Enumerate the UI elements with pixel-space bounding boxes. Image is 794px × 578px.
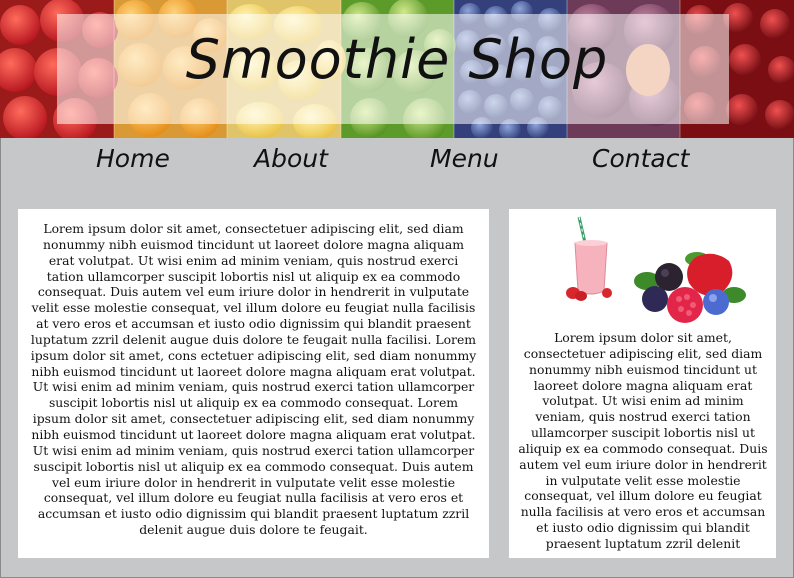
sidebar-panel: Lorem ipsum dolor sit amet, consectetuer… xyxy=(509,209,776,558)
main-content-panel: Lorem ipsum dolor sit amet, consectetuer… xyxy=(18,209,489,558)
berries-icon xyxy=(634,252,746,323)
main-body-text: Lorem ipsum dolor sit amet, consectetuer… xyxy=(30,221,477,538)
nav-about[interactable]: About xyxy=(254,144,328,173)
nav-menu[interactable]: Menu xyxy=(430,144,499,173)
site-title: Smoothie Shop xyxy=(185,28,609,91)
header-banner: Smoothie Shop xyxy=(0,0,794,138)
smoothie-illustration xyxy=(566,216,746,323)
sidebar-body-text: Lorem ipsum dolor sit amet, consectetuer… xyxy=(518,330,768,551)
nav-home[interactable]: Home xyxy=(96,144,170,173)
main-nav: Home About Menu Contact xyxy=(0,140,794,186)
smoothie-glass-icon xyxy=(566,216,612,301)
nav-contact[interactable]: Contact xyxy=(592,144,689,173)
